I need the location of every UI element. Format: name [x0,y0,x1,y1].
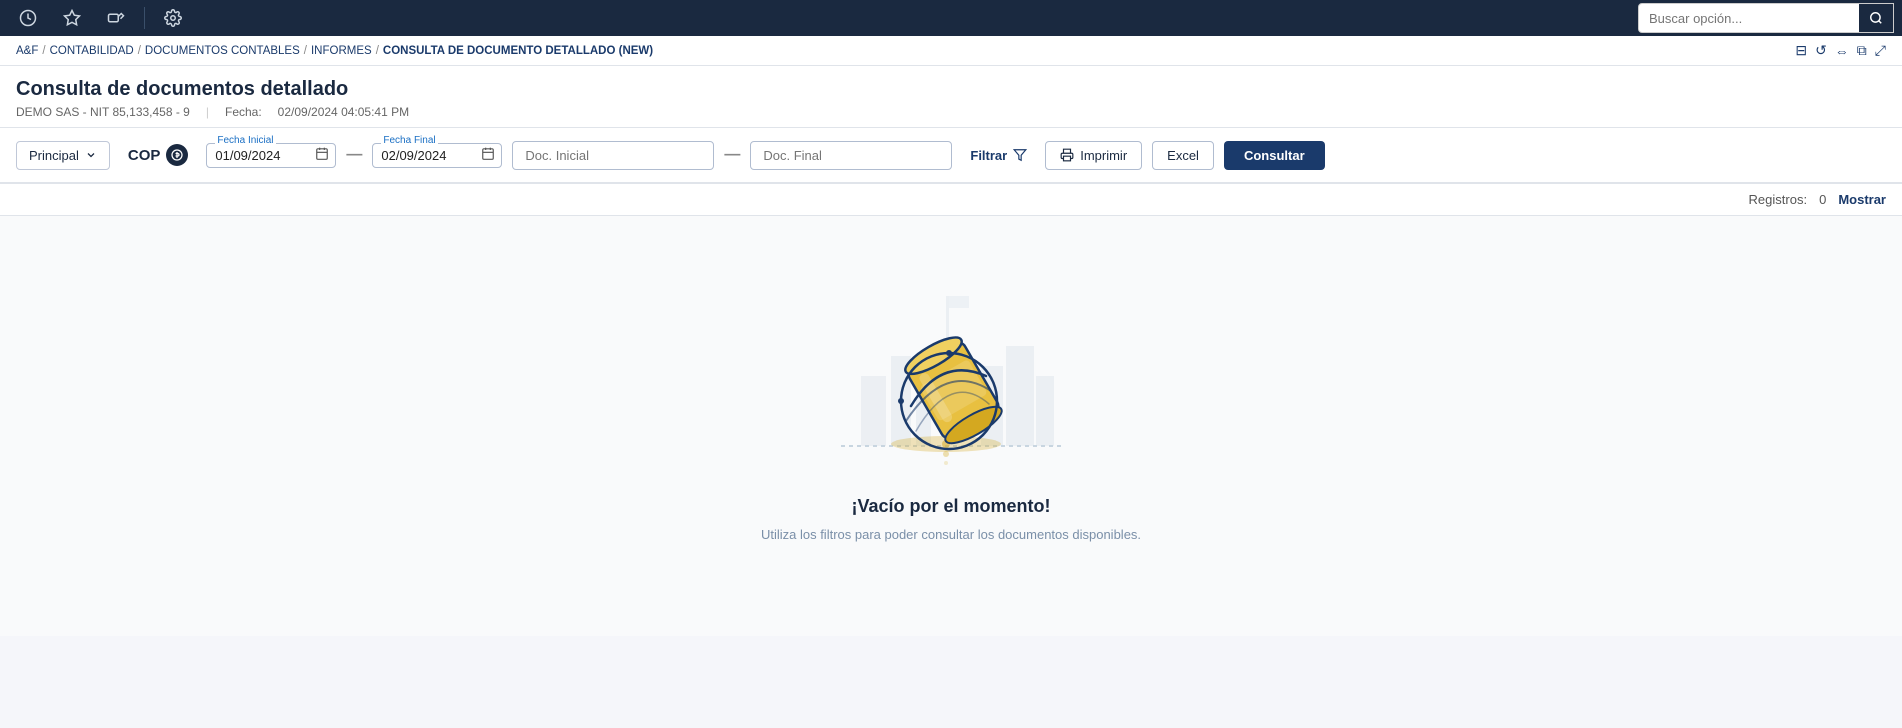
registros-count: 0 [1819,192,1826,207]
excel-label: Excel [1167,148,1199,163]
breadcrumb-actions: ⊟ ↺ ⇔ ⧉ ⤢ [1795,42,1886,59]
mostrar-button[interactable]: Mostrar [1838,192,1886,207]
consultar-button[interactable]: Consultar [1224,141,1325,170]
copy-icon[interactable]: ⧉ [1857,42,1867,59]
fecha-inicial-group: Fecha Inicial 01/09/2024 [206,143,336,168]
principal-dropdown[interactable]: Principal [16,141,110,170]
imprimir-label: Imprimir [1080,148,1127,163]
filter-toolbar: Principal COP Fecha Inicial 01/09/2024 — [0,128,1902,184]
fecha-inicial-label: Fecha Inicial [215,135,275,146]
fecha-final-label: Fecha Final [381,135,437,146]
imprimir-button[interactable]: Imprimir [1045,141,1142,170]
page-meta: DEMO SAS - NIT 85,133,458 - 9 | Fecha: 0… [16,105,1886,119]
page-title: Consulta de documentos detallado [16,78,1886,101]
breadcrumb-sep-4: / [376,45,379,57]
breadcrumb-documentos[interactable]: DOCUMENTOS CONTABLES [145,45,300,57]
fecha-final-field[interactable]: Fecha Final 02/09/2024 [372,143,502,168]
doc-inicial-input[interactable] [512,141,714,170]
meta-sep: | [206,105,209,119]
principal-label: Principal [29,148,79,163]
refresh-icon[interactable]: ↺ [1815,42,1827,59]
breadcrumb-bar: A&F / CONTABILIDAD / DOCUMENTOS CONTABLE… [0,36,1902,66]
fecha-final-group: Fecha Final 02/09/2024 [372,143,502,168]
settings-icon-btn[interactable] [153,2,193,34]
fecha-value: 02/09/2024 04:05:41 PM [278,105,409,119]
print-icon [1060,148,1074,162]
breadcrumb-afp[interactable]: A&F [16,45,38,57]
currency-label: COP [128,147,161,164]
empty-subtitle: Utiliza los filtros para poder consultar… [761,527,1141,542]
breadcrumb-contabilidad[interactable]: CONTABILIDAD [50,45,134,57]
breadcrumb-sep-2: / [138,45,141,57]
chevron-down-icon [85,149,97,161]
filtrar-label: Filtrar [970,148,1007,163]
breadcrumb-current: CONSULTA DE DOCUMENTO DETALLADO (NEW) [383,45,653,57]
calendar-icon-start[interactable] [315,147,329,164]
doc-range-dash: — [724,146,740,164]
currency-btn[interactable]: COP [120,140,197,170]
star-icon-btn[interactable] [52,2,92,34]
date-range-dash: — [346,146,362,164]
breadcrumb-informes[interactable]: INFORMES [311,45,372,57]
search-button[interactable] [1859,4,1893,32]
filter-icon [1013,148,1027,162]
excel-button[interactable]: Excel [1152,141,1214,170]
empty-title: ¡Vacío por el momento! [851,496,1050,517]
company-name: DEMO SAS - NIT 85,133,458 - 9 [16,105,190,119]
fecha-inicial-value: 01/09/2024 [215,148,280,163]
expand-icon[interactable]: ⤢ [1875,42,1886,59]
nav-divider [144,7,145,29]
breadcrumb: A&F / CONTABILIDAD / DOCUMENTOS CONTABLE… [16,45,653,57]
history-icon-btn[interactable] [8,2,48,34]
breadcrumb-sep-1: / [42,45,45,57]
tag-icon-btn[interactable] [96,2,136,34]
results-bar: Registros: 0 Mostrar [0,184,1902,216]
page-header: Consulta de documentos detallado DEMO SA… [0,66,1902,128]
search-input[interactable] [1639,7,1859,30]
registros-label: Registros: [1749,192,1808,207]
fecha-final-value: 02/09/2024 [381,148,446,163]
top-navbar [0,0,1902,36]
currency-icon [166,144,188,166]
breadcrumb-sep-3: / [304,45,307,57]
split-icon[interactable]: ⇔ [1835,43,1849,59]
search-container [1638,3,1894,33]
fecha-inicial-field[interactable]: Fecha Inicial 01/09/2024 [206,143,336,168]
help-icon[interactable]: ⊟ [1795,42,1807,59]
fecha-label: Fecha: [225,105,262,119]
empty-illustration [831,256,1071,476]
consultar-label: Consultar [1244,148,1305,163]
empty-state: ¡Vacío por el momento! Utiliza los filtr… [0,216,1902,636]
filtrar-button[interactable]: Filtrar [962,142,1035,169]
calendar-icon-end[interactable] [481,147,495,164]
doc-final-input[interactable] [750,141,952,170]
